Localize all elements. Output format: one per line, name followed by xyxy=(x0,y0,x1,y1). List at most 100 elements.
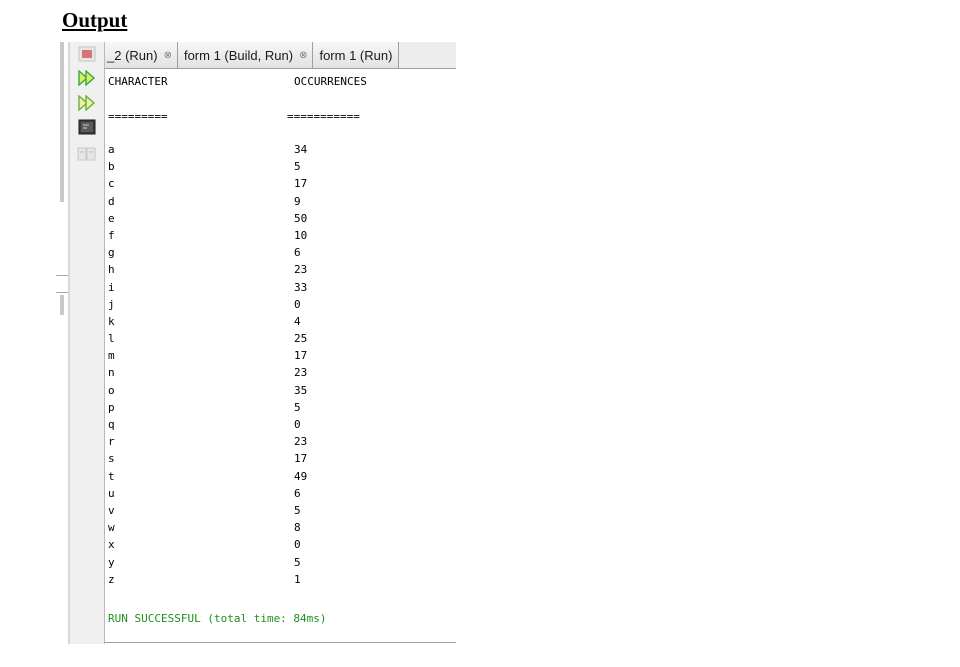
output-toolbar xyxy=(70,42,105,644)
tab-label: form 1 (Build, Run) xyxy=(183,47,294,63)
occurrence-cell: 34 xyxy=(294,143,308,156)
column-underline-character: ========= xyxy=(108,110,168,123)
occurrence-cell: 6 xyxy=(294,246,301,260)
table-row: f 10 xyxy=(105,228,456,245)
table-row: k4 xyxy=(105,314,456,331)
close-icon[interactable]: ⊗ xyxy=(164,50,172,61)
character-cell: x xyxy=(108,538,115,552)
character-cell: k xyxy=(108,314,115,328)
rerun-button[interactable] xyxy=(77,69,97,87)
output-tabs: _2 (Run) ⊗ form 1 (Build, Run) ⊗ form 1 … xyxy=(105,42,456,69)
rerun-with-options-icon xyxy=(78,95,96,111)
table-row: a 34 xyxy=(105,142,456,159)
character-cell: s xyxy=(108,452,115,466)
character-cell: d xyxy=(108,194,115,208)
table-row: r 23 xyxy=(105,434,456,451)
rerun-with-options-button[interactable] xyxy=(77,94,97,112)
table-row: x0 xyxy=(105,537,456,554)
occurrence-cell: 0 xyxy=(294,297,301,311)
tab-build-run[interactable]: form 1 (Build, Run) ⊗ xyxy=(177,42,314,68)
occurrence-cell: 1 xyxy=(294,572,301,586)
table-row: t 49 xyxy=(105,469,456,486)
output-window: _2 (Run) ⊗ form 1 (Build, Run) ⊗ form 1 … xyxy=(56,42,456,644)
table-row: c 17 xyxy=(105,176,456,193)
table-row: b5 xyxy=(105,159,456,176)
character-cell: l xyxy=(108,332,115,346)
run-status: RUN SUCCESSFUL (total time: 84ms) xyxy=(108,612,327,625)
window-menu-icon xyxy=(78,46,96,62)
occurrence-cell: 49 xyxy=(294,469,308,483)
table-row: e 50 xyxy=(105,211,456,228)
character-cell: e xyxy=(108,211,115,225)
character-cell: n xyxy=(108,366,115,380)
column-header-occurrences: OCCURRENCES xyxy=(294,75,367,88)
tab-label: form 1 (Run) xyxy=(319,47,393,63)
table-row: h 23 xyxy=(105,262,456,279)
close-icon[interactable]: ⊗ xyxy=(299,50,307,61)
clear-output-button[interactable] xyxy=(77,145,97,163)
character-cell: g xyxy=(108,246,115,260)
scrollbar-track[interactable] xyxy=(60,42,64,202)
table-row: y5 xyxy=(105,555,456,572)
occurrence-table: a 34 b 5 c 17 d 9 e 50 f 10 g 6 h 23 i 33 j 0 k 4 l 25 m 17 n 23 o 35… xyxy=(105,142,456,589)
table-row: s 17 xyxy=(105,451,456,468)
occurrence-cell: 33 xyxy=(294,280,308,294)
character-cell: q xyxy=(108,418,115,431)
output-heading: Output xyxy=(62,8,128,32)
table-row: i 33 xyxy=(105,280,456,297)
terminal-button[interactable] xyxy=(77,118,97,136)
occurrence-cell: 50 xyxy=(294,211,308,225)
occurrence-cell: 17 xyxy=(294,349,308,363)
table-row: d9 xyxy=(105,194,456,211)
occurrence-cell: 5 xyxy=(294,400,301,414)
occurrence-cell: 23 xyxy=(294,435,308,449)
table-row: j0 xyxy=(105,297,456,314)
occurrence-cell: 9 xyxy=(294,194,301,208)
clear-output-icon xyxy=(77,147,96,161)
table-row: v5 xyxy=(105,503,456,520)
character-cell: h xyxy=(108,263,115,277)
window-menu-button[interactable] xyxy=(77,45,97,63)
character-cell: w xyxy=(108,521,115,535)
occurrence-cell: 23 xyxy=(294,263,308,277)
tab-run[interactable]: _2 (Run) ⊗ xyxy=(105,42,178,68)
occurrence-cell: 10 xyxy=(294,228,308,242)
tab-label: _2 (Run) xyxy=(107,47,158,63)
tab-form-run[interactable]: form 1 (Run) xyxy=(313,42,400,68)
character-cell: i xyxy=(108,280,115,294)
character-cell: f xyxy=(108,228,115,242)
occurrence-cell: 17 xyxy=(294,177,308,191)
column-underline-occurrences: =========== xyxy=(287,110,360,123)
window-edge xyxy=(56,42,70,644)
table-row: w8 xyxy=(105,520,456,537)
column-header-character: CHARACTER xyxy=(108,75,168,88)
character-cell: z xyxy=(108,572,115,586)
occurrence-cell: 25 xyxy=(294,332,308,346)
occurrence-cell: 8 xyxy=(294,521,301,535)
character-cell: b xyxy=(108,160,115,174)
occurrence-cell: 6 xyxy=(294,486,301,500)
character-cell: a xyxy=(108,143,115,156)
table-row: q0 xyxy=(105,417,456,434)
character-cell: t xyxy=(108,469,115,483)
character-cell: p xyxy=(108,400,115,414)
scrollbar-thumb[interactable] xyxy=(60,295,64,315)
occurrence-cell: 17 xyxy=(294,452,308,466)
occurrence-cell: 4 xyxy=(294,314,301,328)
character-cell: j xyxy=(108,297,115,311)
character-cell: r xyxy=(108,435,115,449)
table-row: n 23 xyxy=(105,365,456,382)
occurrence-cell: 35 xyxy=(294,383,308,397)
character-cell: v xyxy=(108,503,115,517)
occurrence-cell: 23 xyxy=(294,366,308,380)
console-output[interactable]: CHARACTER OCCURRENCES ========= ========… xyxy=(105,69,456,643)
occurrence-cell: 0 xyxy=(294,418,301,431)
character-cell: o xyxy=(108,383,115,397)
table-row: l 25 xyxy=(105,331,456,348)
table-row: p5 xyxy=(105,400,456,417)
character-cell: y xyxy=(108,555,115,569)
table-row: m 17 xyxy=(105,348,456,365)
terminal-icon xyxy=(78,119,96,135)
rerun-icon xyxy=(78,70,96,86)
table-row: o 35 xyxy=(105,383,456,400)
